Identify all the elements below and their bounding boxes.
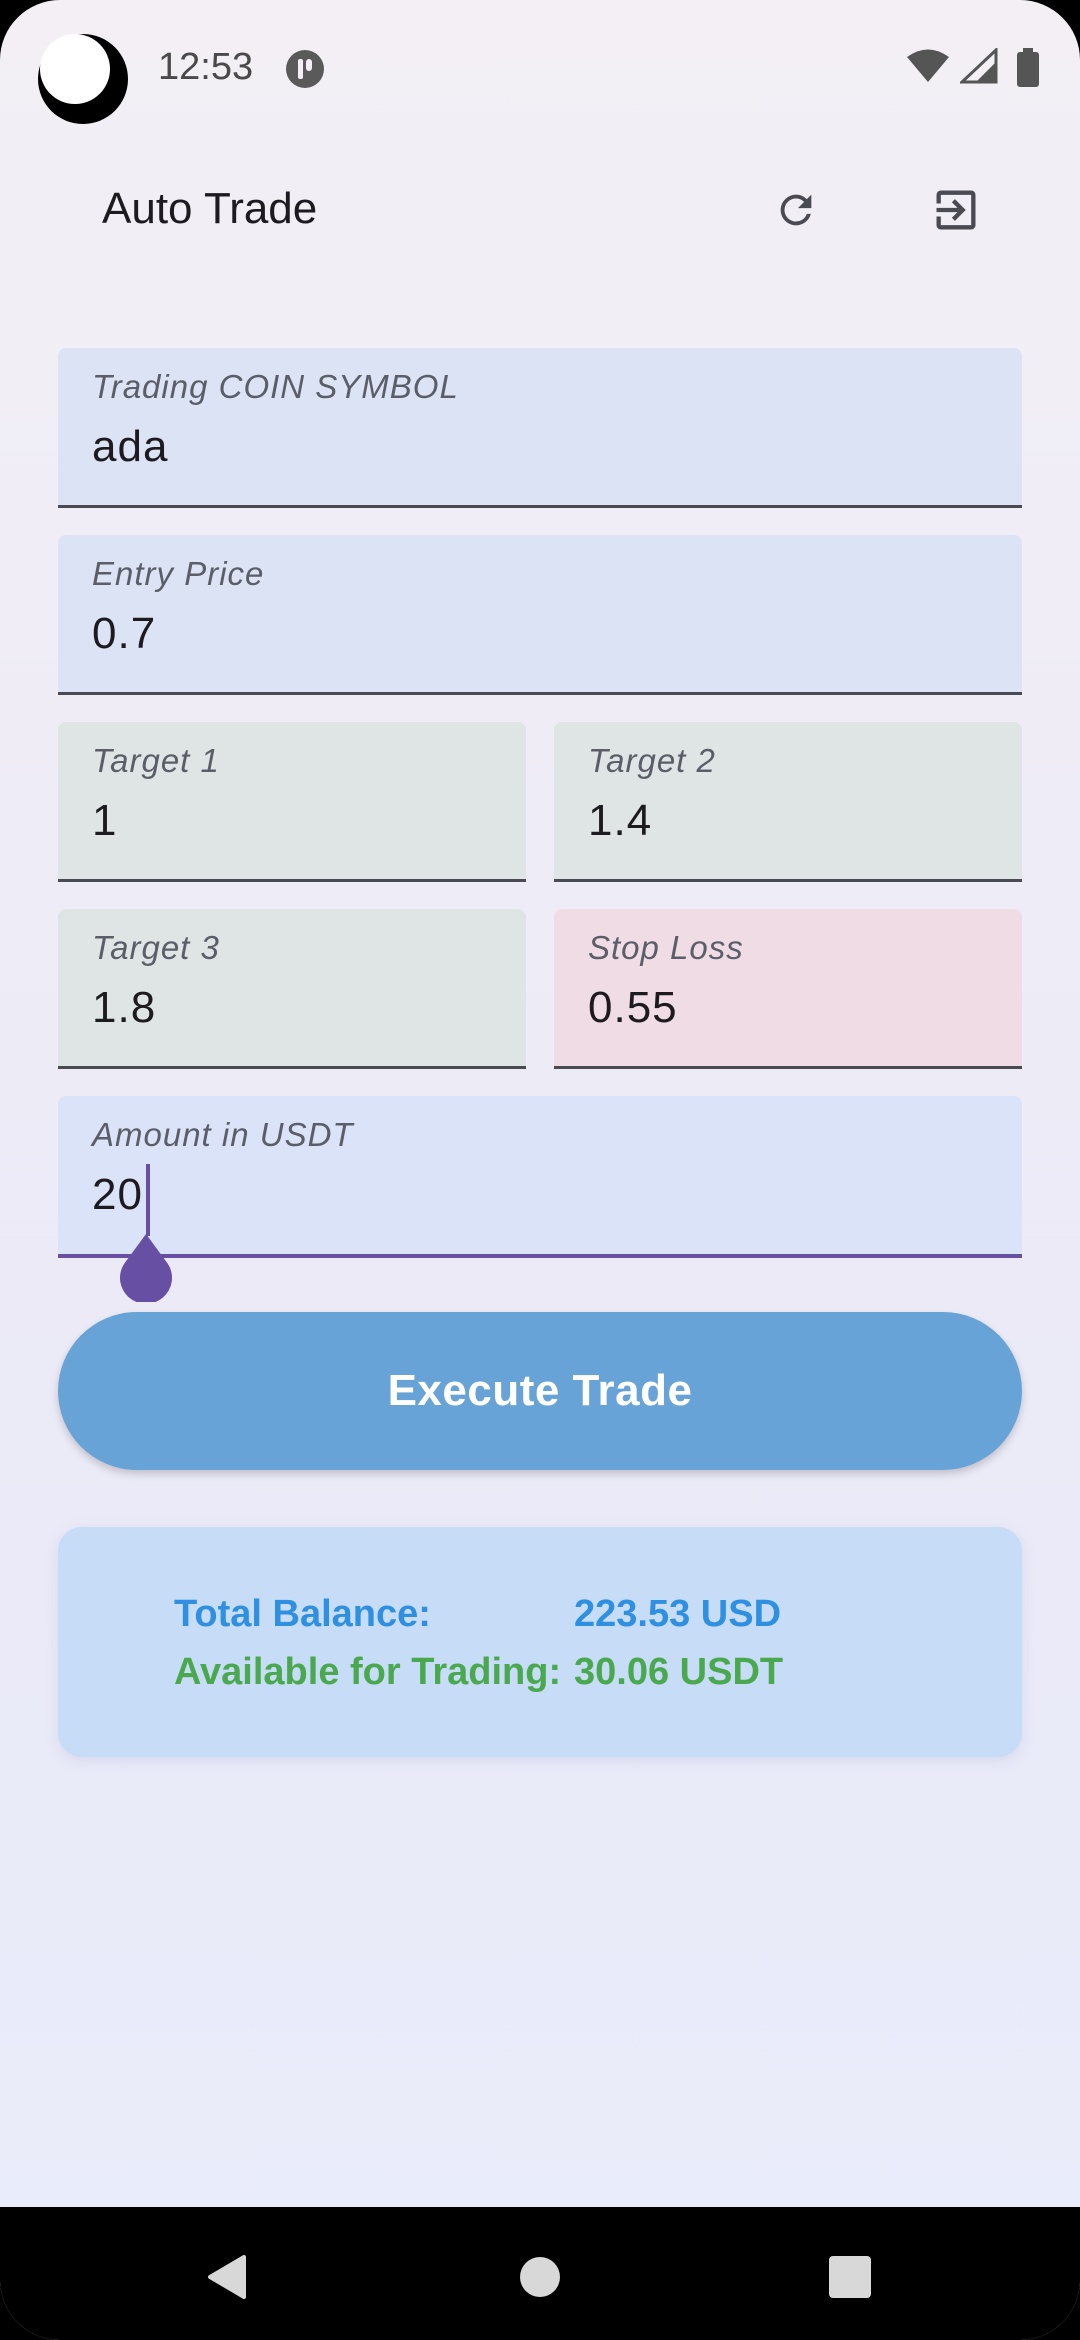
target-1-value: 1 (92, 796, 118, 845)
phone-screen: 12:53 Auto Trade Trading COIN SYMBOL ada… (0, 0, 1080, 2340)
stop-loss-value: 0.55 (588, 983, 678, 1032)
home-circle-icon (520, 2257, 560, 2297)
target-3-value: 1.8 (92, 983, 157, 1032)
nav-back-button[interactable] (186, 2237, 266, 2317)
target-2-field[interactable]: Target 2 1.4 (554, 722, 1022, 882)
camera-cutout (38, 34, 128, 124)
status-bar: 12:53 (0, 0, 1080, 140)
entry-price-field[interactable]: Entry Price 0.7 (58, 535, 1022, 695)
total-balance-value: 223.53 USD (574, 1593, 782, 1635)
execute-trade-button[interactable]: Execute Trade (58, 1312, 1022, 1470)
app-bar: Auto Trade (0, 140, 1080, 285)
status-time: 12:53 (158, 46, 254, 88)
total-balance-row: Total Balance: 223.53 USD (174, 1593, 964, 1643)
target-3-label: Target 3 (92, 929, 220, 966)
available-balance-row: Available for Trading: 30.06 USDT (174, 1651, 964, 1701)
coin-symbol-label: Trading COIN SYMBOL (92, 368, 459, 405)
refresh-icon (780, 194, 812, 226)
stop-loss-label: Stop Loss (588, 929, 744, 966)
total-balance-label: Total Balance: (174, 1593, 431, 1635)
available-balance-value: 30.06 USDT (574, 1651, 784, 1693)
text-cursor (146, 1164, 150, 1236)
coin-symbol-value: ada (92, 422, 169, 471)
logout-button[interactable] (916, 170, 996, 250)
page-title: Auto Trade (102, 184, 318, 233)
battery-icon (1017, 48, 1039, 87)
logout-icon (936, 190, 976, 230)
cursor-drag-handle[interactable] (116, 1234, 176, 1302)
target-3-field[interactable]: Target 3 1.8 (58, 909, 526, 1069)
target-1-label: Target 1 (92, 742, 220, 779)
target-1-field[interactable]: Target 1 1 (58, 722, 526, 882)
wifi-icon (907, 49, 949, 82)
coin-symbol-field[interactable]: Trading COIN SYMBOL ada (58, 348, 1022, 508)
notification-app-icon (286, 50, 324, 88)
back-triangle-icon (208, 2255, 246, 2299)
nav-home-button[interactable] (500, 2237, 580, 2317)
stop-loss-field[interactable]: Stop Loss 0.55 (554, 909, 1022, 1069)
target-2-value: 1.4 (588, 796, 653, 845)
refresh-button[interactable] (756, 170, 836, 250)
target-2-label: Target 2 (588, 742, 716, 779)
amount-usdt-value: 20 (92, 1170, 143, 1219)
amount-usdt-field[interactable]: Amount in USDT 20 (58, 1096, 1022, 1258)
balance-card: Total Balance: 223.53 USD Available for … (58, 1527, 1022, 1757)
entry-price-label: Entry Price (92, 555, 265, 592)
recents-square-icon (829, 2256, 871, 2298)
cellular-signal-icon (960, 48, 998, 84)
entry-price-value: 0.7 (92, 609, 157, 658)
available-balance-label: Available for Trading: (174, 1651, 562, 1693)
amount-usdt-label: Amount in USDT (92, 1116, 354, 1153)
system-nav-bar (0, 2207, 1080, 2340)
nav-recents-button[interactable] (810, 2237, 890, 2317)
